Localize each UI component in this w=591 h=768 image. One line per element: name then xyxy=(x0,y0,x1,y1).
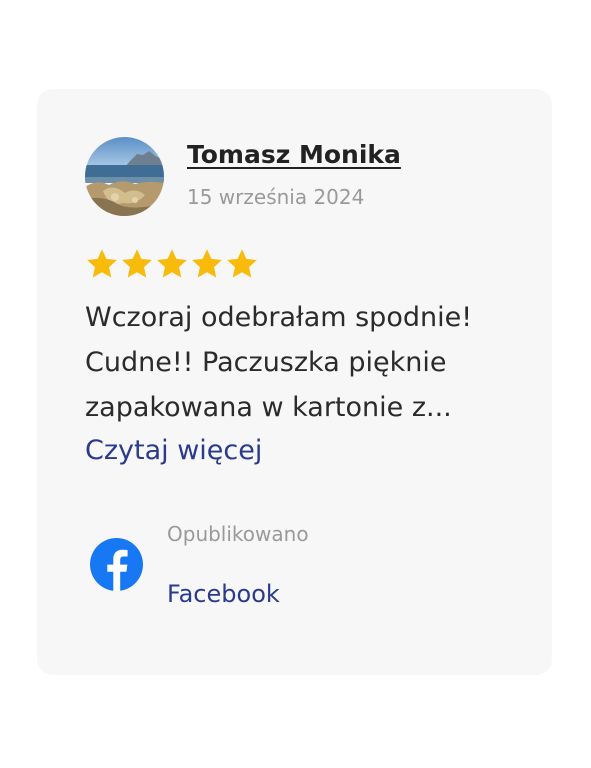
read-more-link[interactable]: Czytaj więcej xyxy=(85,428,262,473)
review-card: Tomasz Monika 15 września 2024 Wczoraj o… xyxy=(37,89,552,675)
star-icon xyxy=(122,249,152,278)
star-icon xyxy=(157,249,187,278)
reviewer-name[interactable]: Tomasz Monika xyxy=(187,140,401,169)
star-icon xyxy=(192,249,222,278)
star-icon xyxy=(87,249,117,278)
review-text: Wczoraj odebrałam spodnie! Cudne!! Paczu… xyxy=(85,302,473,423)
published-label: Opublikowano xyxy=(167,522,309,546)
facebook-icon[interactable] xyxy=(90,538,143,591)
avatar[interactable] xyxy=(85,137,164,216)
source-link[interactable]: Facebook xyxy=(167,580,280,608)
star-icon xyxy=(227,249,257,278)
star-rating xyxy=(85,247,259,281)
review-date: 15 września 2024 xyxy=(187,185,365,209)
